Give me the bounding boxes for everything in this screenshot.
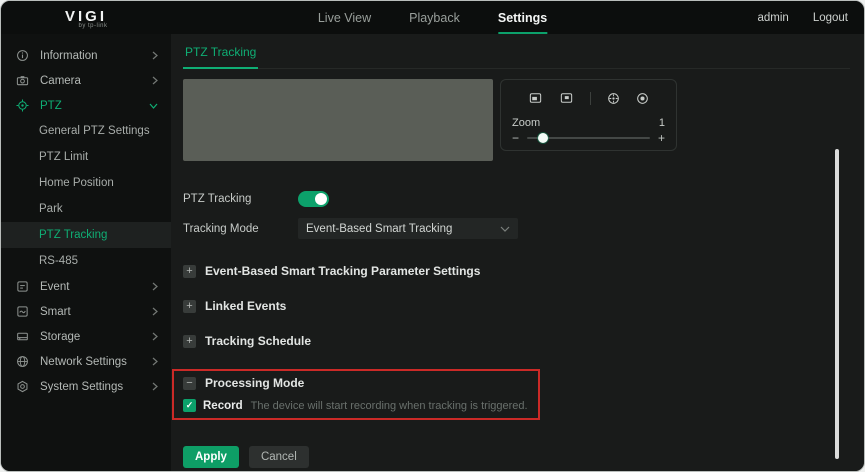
sidebar-label: System Settings xyxy=(40,380,124,393)
smart-icon xyxy=(16,305,30,319)
lens-control-bar xyxy=(512,87,665,109)
zoom-slider-track[interactable] xyxy=(527,133,650,143)
tracking-mode-label: Tracking Mode xyxy=(183,222,259,235)
chevron-right-icon xyxy=(152,382,158,391)
tab-playback[interactable]: Playback xyxy=(409,1,460,34)
sidebar-item-storage[interactable]: Storage xyxy=(1,324,171,349)
main-content: PTZ Tracking Zoom 1 − + PTZ Tracking Tra… xyxy=(171,34,864,471)
ptz-tracking-toggle[interactable] xyxy=(298,191,329,207)
cancel-button[interactable]: Cancel xyxy=(248,446,309,468)
system-gear-icon xyxy=(16,380,30,394)
zoom-value: 1 xyxy=(658,117,665,129)
focus-far-icon[interactable] xyxy=(559,92,574,104)
ptz-control-panel: Zoom 1 − + xyxy=(500,79,677,151)
sidebar-label: Event xyxy=(40,280,70,293)
toggle-knob xyxy=(315,193,327,205)
sidebar-item-home-position[interactable]: Home Position xyxy=(1,170,171,196)
annotation-highlight-box: − Processing Mode ✓ Record The device wi… xyxy=(172,369,540,420)
video-frame-blurred xyxy=(183,79,493,161)
chevron-right-icon xyxy=(152,357,158,366)
sidebar-item-ptz-limit[interactable]: PTZ Limit xyxy=(1,144,171,170)
sidebar-label: Network Settings xyxy=(40,355,127,368)
sidebar-item-smart[interactable]: Smart xyxy=(1,299,171,324)
focus-near-icon[interactable] xyxy=(528,92,543,104)
chevron-right-icon xyxy=(152,307,158,316)
info-icon xyxy=(16,49,30,63)
tab-settings[interactable]: Settings xyxy=(497,1,548,34)
sidebar-label: Camera xyxy=(40,74,81,87)
app-window: VIGI by tp-link Live View Playback Setti… xyxy=(0,0,865,472)
sidebar-item-network-settings[interactable]: Network Settings xyxy=(1,349,171,374)
chevron-right-icon xyxy=(152,51,158,60)
sidebar-item-ptz[interactable]: PTZ xyxy=(1,93,171,118)
ptz-tracking-label: PTZ Tracking xyxy=(183,193,252,205)
record-label: Record xyxy=(203,399,243,412)
sidebar-item-camera[interactable]: Camera xyxy=(1,68,171,93)
divider xyxy=(590,91,591,105)
storage-icon xyxy=(16,330,30,344)
content-tab-bar: PTZ Tracking xyxy=(183,42,850,69)
logo-tagline: by tp-link xyxy=(78,22,108,29)
network-icon xyxy=(16,355,30,369)
chevron-down-icon xyxy=(149,103,158,109)
zoom-slider-knob[interactable] xyxy=(538,133,549,143)
section-title: Tracking Schedule xyxy=(205,334,312,348)
iris-close-icon[interactable] xyxy=(636,92,649,105)
sidebar-item-system-settings[interactable]: System Settings xyxy=(1,374,171,399)
brand-logo: VIGI by tp-link xyxy=(1,7,171,29)
iris-open-icon[interactable] xyxy=(607,92,620,105)
tab-ptz-tracking[interactable]: PTZ Tracking xyxy=(183,42,259,69)
expand-icon[interactable]: + xyxy=(183,299,196,313)
section-processing-mode[interactable]: − Processing Mode xyxy=(183,376,528,390)
sidebar-item-rs485[interactable]: RS-485 xyxy=(1,248,171,274)
expand-icon[interactable]: + xyxy=(183,264,196,278)
zoom-label: Zoom xyxy=(512,117,541,129)
topbar-right: admin Logout xyxy=(757,12,864,24)
section-tracking-schedule[interactable]: + Tracking Schedule xyxy=(183,334,864,348)
chevron-right-icon xyxy=(152,282,158,291)
sidebar-label: PTZ xyxy=(40,99,62,112)
zoom-out-button[interactable]: − xyxy=(512,132,519,144)
top-bar: VIGI by tp-link Live View Playback Setti… xyxy=(1,1,864,34)
collapse-icon[interactable]: − xyxy=(183,376,196,390)
tracking-mode-select[interactable]: Event-Based Smart Tracking xyxy=(298,218,518,239)
ptz-icon xyxy=(16,99,30,113)
tab-live-view[interactable]: Live View xyxy=(318,1,371,34)
sidebar-label: Storage xyxy=(40,330,81,343)
video-preview xyxy=(183,79,493,161)
record-checkbox[interactable]: ✓ xyxy=(183,399,196,412)
sidebar-item-information[interactable]: Information xyxy=(1,43,171,68)
sidebar: Information Camera PTZ General PTZ Setti… xyxy=(1,34,171,471)
section-title: Event-Based Smart Tracking Parameter Set… xyxy=(205,264,481,278)
event-icon xyxy=(16,280,30,294)
section-parameter-settings[interactable]: + Event-Based Smart Tracking Parameter S… xyxy=(183,264,864,278)
sidebar-item-event[interactable]: Event xyxy=(1,274,171,299)
section-title: Processing Mode xyxy=(205,376,305,390)
chevron-down-icon xyxy=(500,226,510,232)
logout-button[interactable]: Logout xyxy=(813,12,848,24)
record-hint: The device will start recording when tra… xyxy=(250,399,528,412)
logo-text: VIGI xyxy=(64,7,107,25)
sidebar-label: Smart xyxy=(40,305,71,318)
camera-icon xyxy=(16,74,30,88)
username-label: admin xyxy=(757,11,789,24)
zoom-in-button[interactable]: + xyxy=(658,132,665,144)
section-linked-events[interactable]: + Linked Events xyxy=(183,299,864,313)
chevron-right-icon xyxy=(152,332,158,341)
sidebar-item-ptz-tracking[interactable]: PTZ Tracking xyxy=(1,222,171,248)
apply-button[interactable]: Apply xyxy=(183,446,239,468)
scrollbar-thumb[interactable] xyxy=(835,149,839,459)
top-nav: Live View Playback Settings xyxy=(318,1,548,34)
chevron-right-icon xyxy=(152,76,158,85)
section-title: Linked Events xyxy=(205,299,287,313)
sidebar-item-general-ptz-settings[interactable]: General PTZ Settings xyxy=(1,118,171,144)
sidebar-item-park[interactable]: Park xyxy=(1,196,171,222)
sidebar-label: Information xyxy=(40,49,98,62)
expand-icon[interactable]: + xyxy=(183,334,196,348)
zoom-slider: − + xyxy=(512,132,665,144)
tracking-mode-value: Event-Based Smart Tracking xyxy=(306,222,453,235)
